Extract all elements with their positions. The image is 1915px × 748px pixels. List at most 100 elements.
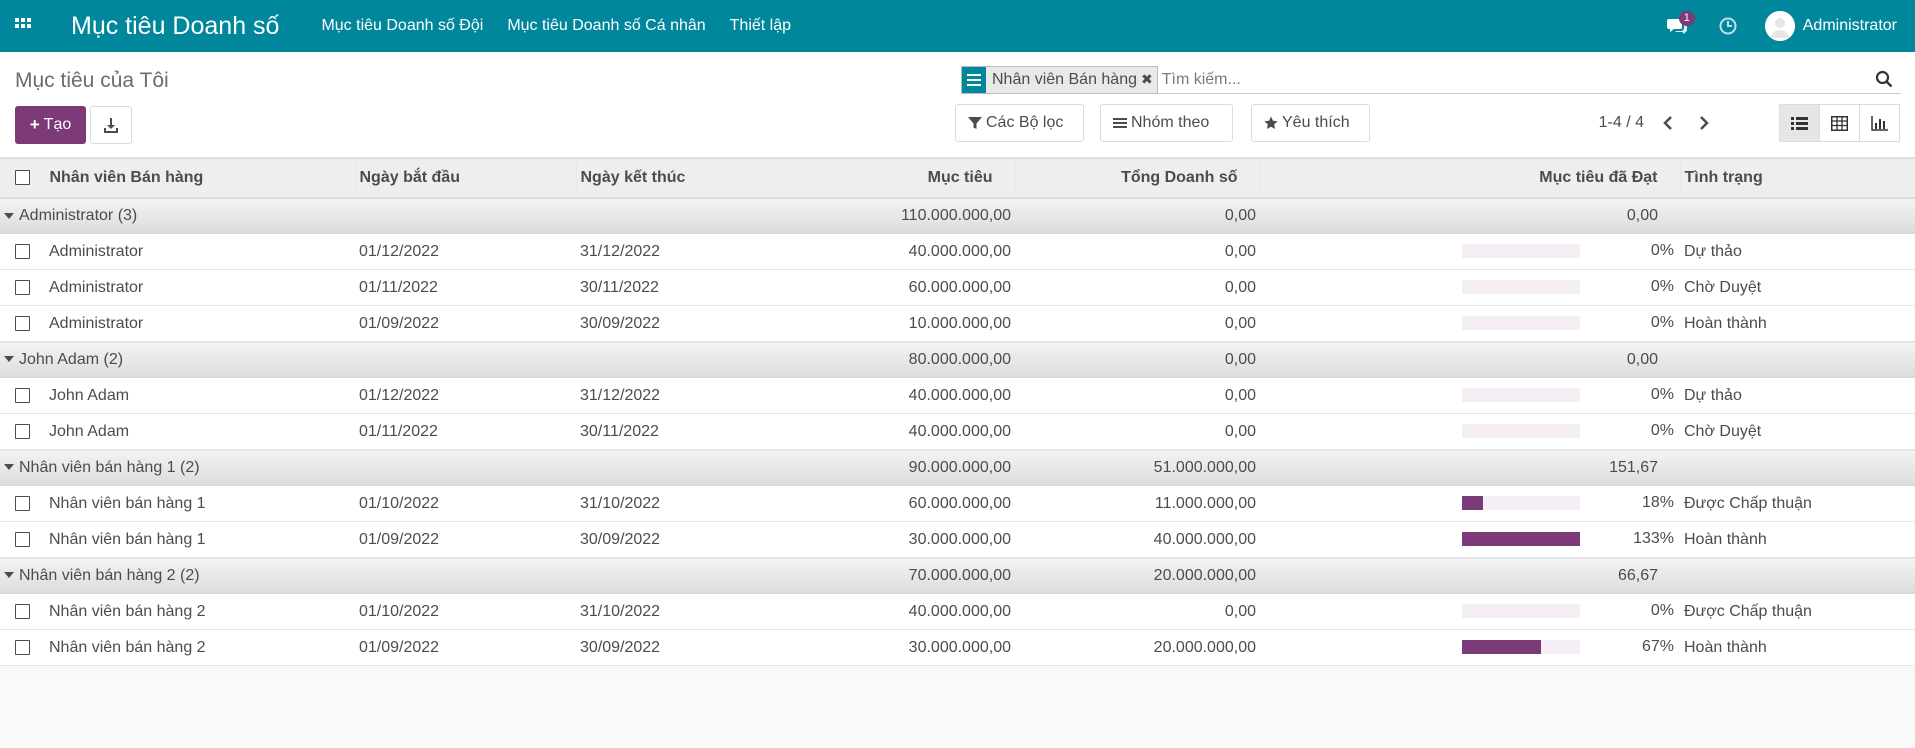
graph-view-button[interactable] [1859,104,1900,142]
table-row[interactable]: Nhân viên bán hàng 2 01/09/2022 30/09/2022… [0,629,1915,666]
achieved-progress-cell[interactable]: 0% [1260,413,1680,450]
salesperson-cell[interactable]: Administrator [45,233,355,270]
table-row[interactable]: John Adam 01/12/2022 31/12/2022 40.000.000,… [0,377,1915,414]
status-cell[interactable]: Dự thảo [1680,377,1915,414]
pager-previous-icon[interactable] [1660,114,1678,132]
row-checkbox[interactable] [15,315,30,331]
end-date-cell[interactable]: 30/09/2022 [576,305,802,342]
salesperson-cell[interactable]: Administrator [45,305,355,342]
achieved-progress-cell[interactable]: 0% [1260,233,1680,270]
status-cell[interactable]: Hoàn thành [1680,629,1915,666]
target-cell[interactable]: 30.000.000,00 [802,521,1015,558]
status-cell[interactable]: Được Chấp thuận [1680,485,1915,522]
target-cell[interactable]: 60.000.000,00 [802,269,1015,306]
row-checkbox[interactable] [15,387,30,403]
status-cell[interactable]: Chờ Duyệt [1680,413,1915,450]
user-avatar[interactable] [1764,11,1795,41]
start-date-cell[interactable]: 01/11/2022 [355,269,576,306]
end-date-cell[interactable]: 31/12/2022 [576,377,802,414]
target-cell[interactable]: 30.000.000,00 [802,629,1015,666]
start-date-cell[interactable]: 01/09/2022 [355,629,576,666]
col-start-date[interactable]: Ngày bắt đầu [355,158,577,199]
group-name-cell[interactable]: John Adam (2) [0,341,802,378]
search-icon[interactable] [1875,70,1893,88]
start-date-cell[interactable]: 01/12/2022 [355,233,576,270]
table-row[interactable]: Nhân viên bán hàng 1 01/10/2022 31/10/2022… [0,485,1915,522]
row-checkbox[interactable] [15,603,30,619]
group-name-cell[interactable]: Nhân viên bán hàng 2 (2) [0,557,802,594]
end-date-cell[interactable]: 31/10/2022 [576,485,802,522]
group-row[interactable]: Nhân viên bán hàng 2 (2) 70.000.000,00 20.… [0,557,1915,594]
achieved-progress-cell[interactable]: 0% [1260,305,1680,342]
chat-icon[interactable]: 1 [1666,11,1695,37]
status-cell[interactable]: Chờ Duyệt [1680,269,1915,306]
total-sales-cell[interactable]: 0,00 [1015,593,1260,630]
row-checkbox[interactable] [15,243,30,259]
salesperson-cell[interactable]: John Adam [45,377,355,414]
col-total-sales[interactable]: Tổng Doanh số [1015,158,1261,199]
activity-clock-icon[interactable] [1719,17,1737,35]
col-end-date[interactable]: Ngày kết thúc [576,158,803,199]
apps-menu-icon[interactable] [0,0,46,52]
start-date-cell[interactable]: 01/10/2022 [355,485,576,522]
status-cell[interactable]: Dự thảo [1680,233,1915,270]
col-status[interactable]: Tình trạng [1680,158,1915,199]
table-row[interactable]: Administrator 01/12/2022 31/12/2022 40.000.… [0,233,1915,270]
col-target[interactable]: Mục tiêu [802,158,1016,199]
total-sales-cell[interactable]: 0,00 [1015,233,1260,270]
achieved-progress-cell[interactable]: 18% [1260,485,1680,522]
col-salesperson[interactable]: Nhân viên Bán hàng [45,158,356,199]
target-cell[interactable]: 10.000.000,00 [802,305,1015,342]
target-cell[interactable]: 40.000.000,00 [802,593,1015,630]
pivot-view-button[interactable] [1819,104,1860,142]
row-checkbox[interactable] [15,423,30,439]
total-sales-cell[interactable]: 0,00 [1015,305,1260,342]
target-cell[interactable]: 40.000.000,00 [802,377,1015,414]
favorites-button[interactable]: Yêu thích [1251,104,1370,142]
achieved-progress-cell[interactable]: 0% [1260,377,1680,414]
row-checkbox[interactable] [15,639,30,655]
group-row[interactable]: Nhân viên bán hàng 1 (2) 90.000.000,00 51.… [0,449,1915,486]
group-row[interactable]: John Adam (2) 80.000.000,00 0,00 0,00 [0,341,1915,378]
list-view-button[interactable] [1779,104,1820,142]
table-row[interactable]: Nhân viên bán hàng 1 01/09/2022 30/09/2022… [0,521,1915,558]
table-row[interactable]: Nhân viên bán hàng 2 01/10/2022 31/10/2022… [0,593,1915,630]
table-row[interactable]: Administrator 01/09/2022 30/09/2022 10.000.… [0,305,1915,342]
end-date-cell[interactable]: 30/09/2022 [576,521,802,558]
start-date-cell[interactable]: 01/12/2022 [355,377,576,414]
status-cell[interactable]: Hoàn thành [1680,521,1915,558]
salesperson-cell[interactable]: Nhân viên bán hàng 2 [45,593,355,630]
col-achieved[interactable]: Mục tiêu đã Đạt [1260,158,1681,199]
end-date-cell[interactable]: 31/10/2022 [576,593,802,630]
start-date-cell[interactable]: 01/11/2022 [355,413,576,450]
total-sales-cell[interactable]: 0,00 [1015,377,1260,414]
salesperson-cell[interactable]: Nhân viên bán hàng 1 [45,485,355,522]
end-date-cell[interactable]: 30/11/2022 [576,269,802,306]
achieved-progress-cell[interactable]: 67% [1260,629,1680,666]
group-name-cell[interactable]: Nhân viên bán hàng 1 (2) [0,449,802,486]
menu-personal-targets[interactable]: Mục tiêu Doanh số Cá nhân [507,17,705,35]
menu-settings[interactable]: Thiết lập [730,17,791,35]
total-sales-cell[interactable]: 0,00 [1015,269,1260,306]
table-row[interactable]: John Adam 01/11/2022 30/11/2022 40.000.000,… [0,413,1915,450]
salesperson-cell[interactable]: John Adam [45,413,355,450]
facet-remove-icon[interactable]: ✖ [1141,71,1157,88]
end-date-cell[interactable]: 31/12/2022 [576,233,802,270]
row-checkbox[interactable] [15,279,30,295]
table-row[interactable]: Administrator 01/11/2022 30/11/2022 60.000.… [0,269,1915,306]
app-title[interactable]: Mục tiêu Doanh số [71,12,279,41]
target-cell[interactable]: 40.000.000,00 [802,413,1015,450]
target-cell[interactable]: 40.000.000,00 [802,233,1015,270]
create-button[interactable]: + Tạo [15,106,86,144]
total-sales-cell[interactable]: 0,00 [1015,413,1260,450]
filters-button[interactable]: Các Bộ lọc [955,104,1084,142]
total-sales-cell[interactable]: 11.000.000,00 [1015,485,1260,522]
user-name[interactable]: Administrator [1803,17,1897,35]
start-date-cell[interactable]: 01/09/2022 [355,305,576,342]
menu-team-targets[interactable]: Mục tiêu Doanh số Đội [321,17,483,35]
target-cell[interactable]: 60.000.000,00 [802,485,1015,522]
end-date-cell[interactable]: 30/11/2022 [576,413,802,450]
pager-value[interactable]: 1-4 / 4 [1599,114,1644,132]
salesperson-cell[interactable]: Administrator [45,269,355,306]
achieved-progress-cell[interactable]: 0% [1260,269,1680,306]
